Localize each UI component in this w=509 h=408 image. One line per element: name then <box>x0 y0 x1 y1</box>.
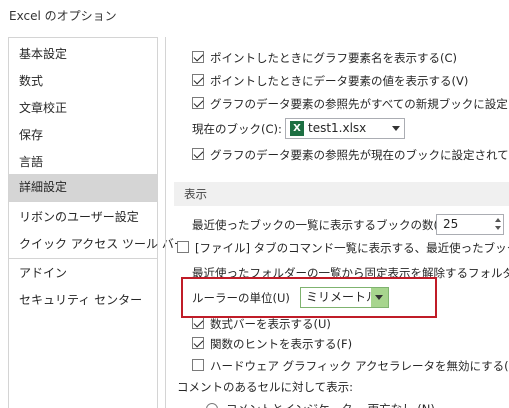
chevron-down-icon <box>392 126 400 131</box>
current-book-dropdown[interactable]: X test1.xlsx <box>285 118 405 139</box>
sidebar-item-label: 保存 <box>19 128 44 142</box>
recent-books-value: 25 <box>443 217 459 231</box>
radio-icon[interactable] <box>206 403 218 408</box>
option-label: グラフのデータ要素の参照先がすべての新規ブックに設定されてい <box>210 97 509 111</box>
sidebar-item-label: 基本設定 <box>19 47 68 61</box>
section-header-display: 表示 <box>174 182 509 206</box>
sidebar-divider <box>9 201 157 202</box>
sidebar-item-label: クイック アクセス ツール バー <box>19 237 186 251</box>
checkbox-icon[interactable] <box>192 51 204 63</box>
sidebar-item-formulas[interactable]: 数式 <box>9 68 157 95</box>
sidebar-item-label: アドイン <box>19 266 68 280</box>
checkbox-icon[interactable] <box>192 317 204 329</box>
checkbox-icon[interactable] <box>192 74 204 86</box>
option-label: ハードウェア グラフィック アクセラレータを無効にする(G) <box>210 359 509 373</box>
sidebar-divider <box>9 258 157 259</box>
sidebar-item-advanced[interactable]: 詳細設定 <box>9 174 157 201</box>
options-sidebar: 基本設定 数式 文章校正 保存 言語 詳細設定 リボンのユーザー設定 クイック … <box>8 37 186 408</box>
checkbox-icon[interactable] <box>192 337 204 349</box>
option-label: [ファイル] タブのコマンド一覧に表示する、最近使ったブックの数( <box>195 241 509 255</box>
window-title: Excel のオプション <box>9 9 117 23</box>
sidebar-item-general[interactable]: 基本設定 <box>9 41 157 68</box>
sidebar-item-proofing[interactable]: 文章校正 <box>9 95 157 122</box>
sidebar-item-customize-ribbon[interactable]: リボンのユーザー設定 <box>9 204 157 231</box>
sidebar-item-label: 数式 <box>19 74 44 88</box>
red-highlight-box <box>181 277 437 318</box>
excel-file-icon: X <box>290 121 304 136</box>
comments-display-label: コメントのあるセルに対して表示: <box>177 380 354 394</box>
checkbox-icon[interactable] <box>192 148 204 160</box>
title-bar: Excel のオプション <box>0 0 509 34</box>
spin-up-icon[interactable] <box>495 218 501 222</box>
sidebar-item-label: リボンのユーザー設定 <box>19 210 139 224</box>
checkbox-icon[interactable] <box>192 97 204 109</box>
sidebar-item-quick-access-toolbar[interactable]: クイック アクセス ツール バー <box>9 231 186 258</box>
sidebar-item-trust-center[interactable]: セキュリティ センター <box>9 287 157 314</box>
current-book-label: 現在のブック(C): <box>192 122 282 136</box>
sidebar-item-label: セキュリティ センター <box>19 293 143 307</box>
checkbox-icon[interactable] <box>192 359 204 371</box>
advanced-options-panel: ポイントしたときにグラフ要素名を表示する(C) ポイントしたときにデータ要素の値… <box>166 37 509 408</box>
sidebar-item-label: 文章校正 <box>19 101 68 115</box>
option-label: ポイントしたときにグラフ要素名を表示する(C) <box>210 51 458 65</box>
sidebar-item-language[interactable]: 言語 <box>9 149 157 176</box>
current-book-value: test1.xlsx <box>308 121 367 135</box>
option-label: グラフのデータ要素の参照先が現在のブックに設定されているプロ <box>210 148 509 162</box>
option-label: コメントとインジケーター 両方なし (N) <box>226 399 435 408</box>
recent-books-label: 最近使ったブックの一覧に表示するブックの数(R): <box>192 218 455 232</box>
checkbox-icon[interactable] <box>177 241 189 253</box>
option-label: 関数のヒントを表示する(F) <box>210 337 353 351</box>
sidebar-item-label: 言語 <box>19 155 44 169</box>
option-label: ポイントしたときにデータ要素の値を表示する(V) <box>210 74 469 88</box>
sidebar-item-label: 詳細設定 <box>19 180 68 194</box>
sidebar-item-addins[interactable]: アドイン <box>9 260 157 287</box>
spin-down-icon[interactable] <box>495 226 501 230</box>
sidebar-item-save[interactable]: 保存 <box>9 122 157 149</box>
recent-books-spinner[interactable]: 25 <box>436 214 504 235</box>
